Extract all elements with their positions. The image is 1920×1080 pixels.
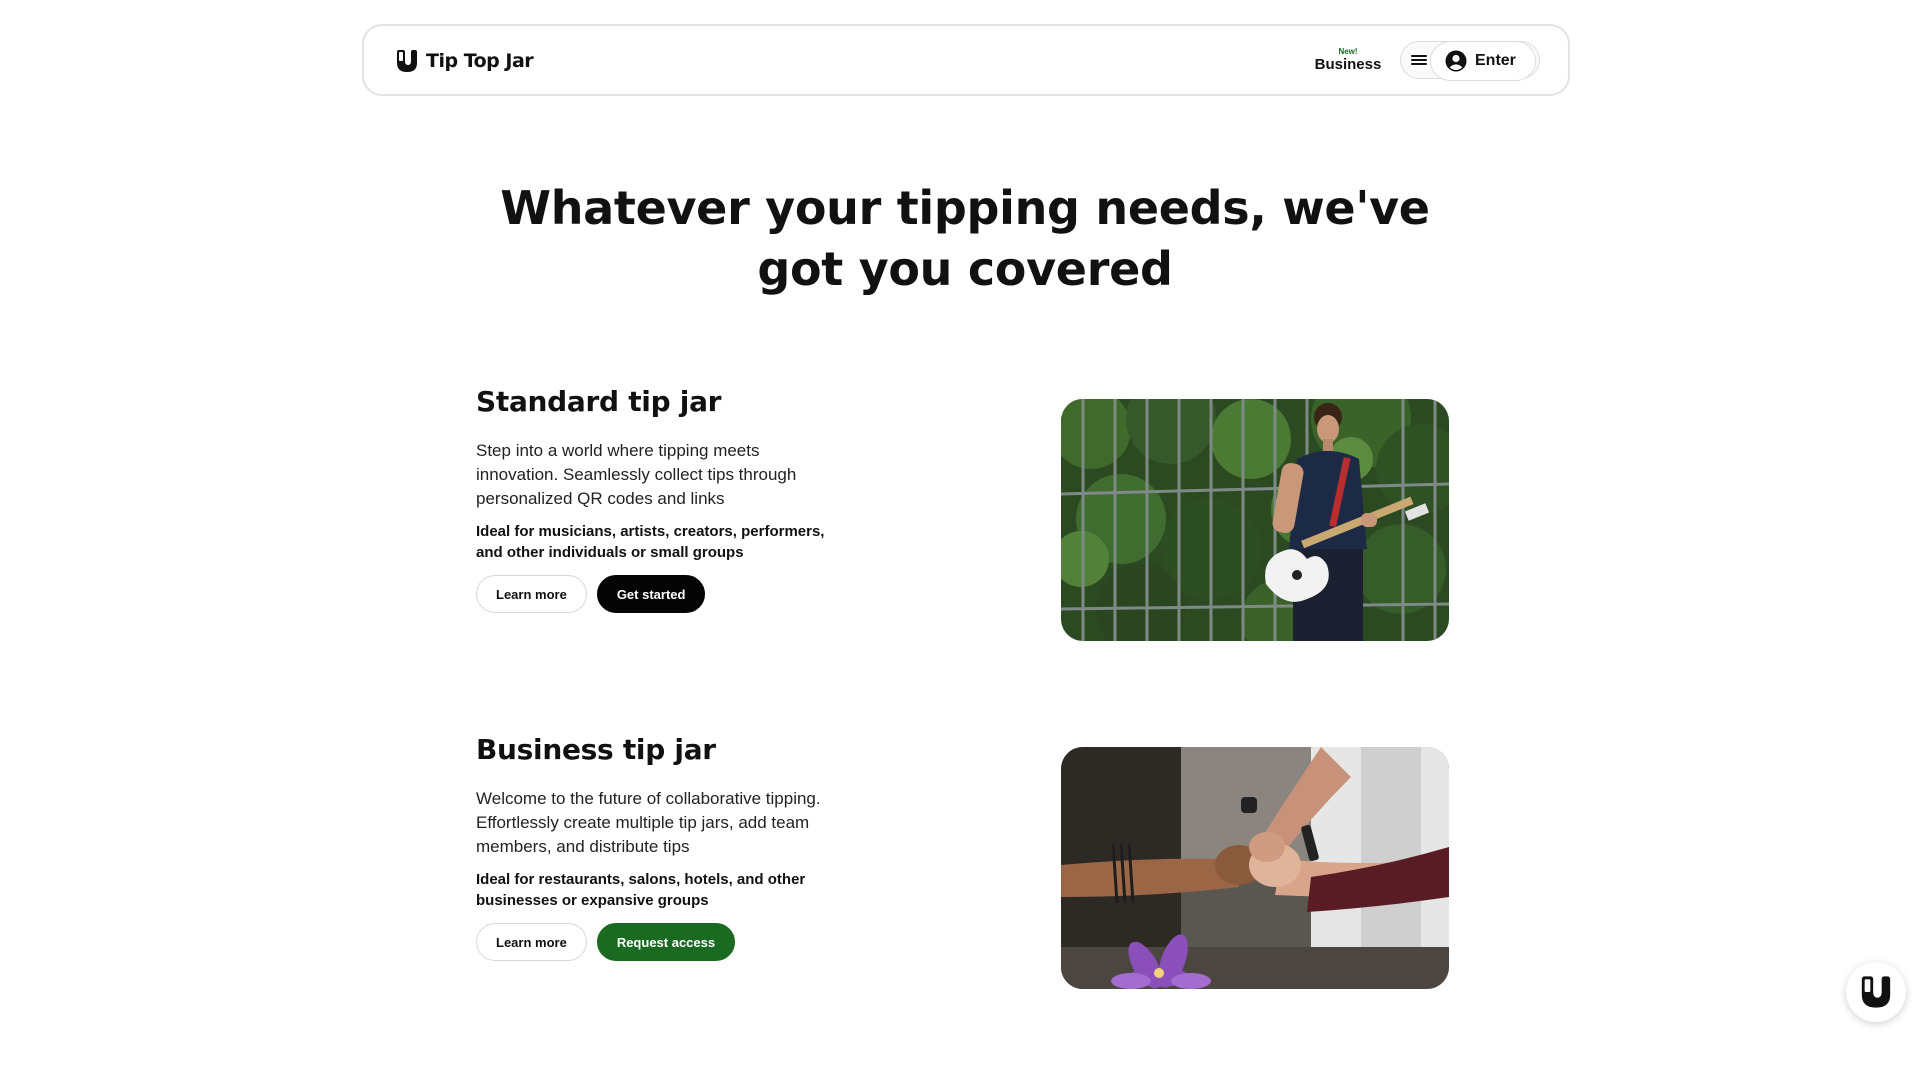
request-access-button[interactable]: Request access [596,923,736,961]
guitarist-photo [1061,399,1449,641]
section-actions: Learn more Request access [476,923,846,961]
top-navigation-bar: Tip Top Jar New! Business Enter [362,24,1570,96]
user-account-icon [1445,50,1467,72]
business-link-label: Business [1314,56,1382,73]
business-tip-jar-text: Business tip jar Welcome to the future o… [476,733,846,961]
brand-name: Tip Top Jar [426,50,534,72]
new-badge: New! [1338,47,1358,56]
section-title: Business tip jar [476,733,716,766]
standard-tip-jar-text: Standard tip jar Step into a world where… [476,385,846,613]
section-ideal-for: Ideal for restaurants, salons, hotels, a… [476,871,806,909]
learn-more-button[interactable]: Learn more [476,575,587,613]
section-ideal-for: Ideal for musicians, artists, creators, … [476,523,825,561]
section-description: Step into a world where tipping meets in… [476,441,797,508]
get-started-button[interactable]: Get started [596,575,706,613]
section-description: Welcome to the future of collaborative t… [476,789,821,856]
tip-top-jar-logo-icon [397,50,417,72]
enter-button[interactable]: Enter [1430,41,1536,81]
team-fist-bump-photo [1061,747,1449,989]
tip-top-jar-widget-icon [1861,976,1891,1008]
section-actions: Learn more Get started [476,575,846,613]
hamburger-menu-icon [1411,55,1427,65]
learn-more-button[interactable]: Learn more [476,923,587,961]
brand-home-link[interactable]: Tip Top Jar [396,48,534,74]
enter-label: Enter [1475,52,1516,69]
section-title: Standard tip jar [476,385,722,418]
business-nav-link[interactable]: New! Business [1312,47,1384,73]
tip-top-jar-widget-button[interactable] [1846,962,1906,1022]
hero-title: Whatever your tipping needs, we've got y… [500,181,1430,296]
